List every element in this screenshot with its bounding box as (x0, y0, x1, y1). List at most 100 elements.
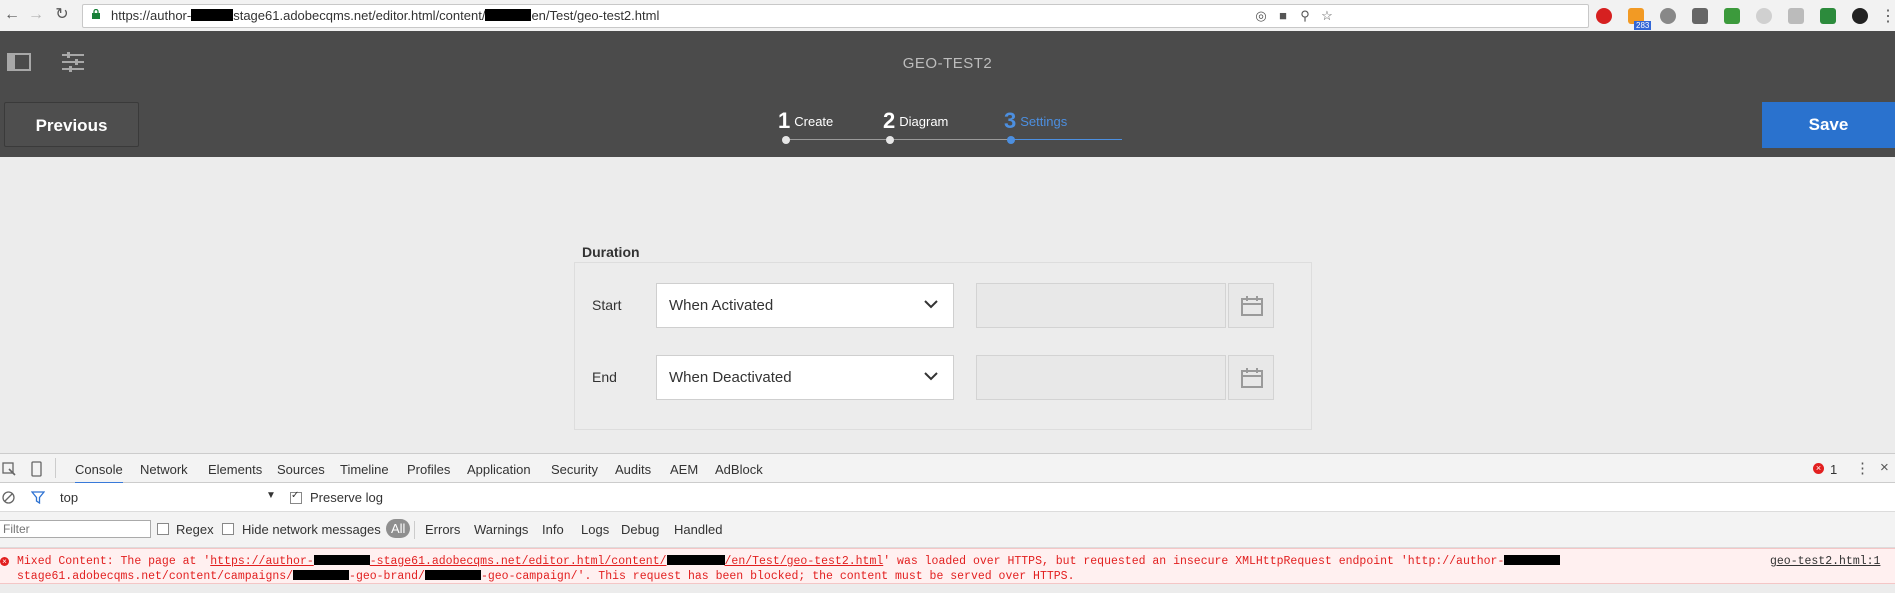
devtools-menu-icon[interactable]: ⋮ (1855, 459, 1870, 477)
level-handled[interactable]: Handled (674, 522, 722, 537)
filter-icon[interactable] (31, 491, 45, 504)
reload-icon[interactable]: ↻ (52, 5, 72, 25)
step-label: Create (794, 114, 834, 129)
inspect-element-icon[interactable] (2, 462, 16, 476)
devtools-tabbar: Console Network Elements Sources Timelin… (0, 453, 1895, 484)
extension-icon[interactable] (1756, 8, 1772, 24)
close-devtools-icon[interactable]: × (1880, 459, 1889, 476)
chevron-down-icon (924, 372, 938, 381)
end-select[interactable]: When Deactivated (656, 355, 954, 400)
extension-icon[interactable] (1692, 8, 1708, 24)
redaction (485, 9, 532, 21)
start-select[interactable]: When Activated (656, 283, 954, 328)
profile-icon[interactable] (1852, 8, 1868, 24)
forward-icon[interactable]: → (26, 5, 46, 25)
regex-checkbox[interactable] (157, 523, 169, 535)
error-count: 1 (1830, 462, 1838, 477)
end-select-value: When Deactivated (669, 369, 792, 386)
error-link-part: -stage61.adobecqms.net/editor.html/conte… (369, 555, 667, 568)
tab-sources[interactable]: Sources (277, 462, 325, 477)
step-settings[interactable]: 3 Settings (1004, 108, 1067, 134)
error-text: Mixed Content: The page at ' (17, 555, 211, 568)
filter-input[interactable] (0, 520, 151, 538)
context-dropdown-icon[interactable]: ▼ (266, 490, 276, 501)
error-text: stage61.adobecqms.net/content/campaigns/ (17, 570, 294, 583)
start-calendar-button[interactable] (1228, 283, 1274, 328)
hide-network-label: Hide network messages (242, 522, 381, 537)
divider (414, 521, 415, 539)
bookmark-star-icon[interactable]: ☆ (1320, 9, 1334, 23)
hide-network-checkbox[interactable] (222, 523, 234, 535)
step-dot-active (1007, 136, 1015, 144)
error-link-part: /en/Test/geo-test2.html (724, 555, 884, 568)
preserve-log-checkbox[interactable]: ✓ (290, 490, 302, 504)
end-label: End (592, 369, 617, 385)
context-select-value[interactable]: top (60, 490, 78, 505)
level-info[interactable]: Info (542, 522, 564, 537)
error-link-part: https://author- (210, 555, 314, 568)
url-part-3: en/Test/geo-test2.html (531, 8, 660, 23)
step-number: 1 (778, 108, 791, 133)
step-create[interactable]: 1 Create (778, 108, 833, 134)
tab-security[interactable]: Security (551, 462, 598, 477)
extension-icon[interactable] (1788, 8, 1804, 24)
lock-icon (92, 9, 100, 19)
redaction (293, 570, 350, 580)
tab-application[interactable]: Application (467, 462, 531, 477)
divider (55, 458, 56, 478)
tab-network[interactable]: Network (140, 462, 188, 477)
extension-icon[interactable] (1724, 8, 1740, 24)
error-icon: × (0, 557, 9, 566)
end-date-field[interactable] (976, 355, 1226, 400)
level-logs[interactable]: Logs (581, 522, 609, 537)
tab-elements[interactable]: Elements (208, 462, 262, 477)
end-calendar-button[interactable] (1228, 355, 1274, 400)
clear-console-icon[interactable] (2, 491, 15, 504)
redaction (424, 570, 481, 580)
start-label: Start (592, 297, 622, 313)
shield-icon[interactable]: ■ (1276, 9, 1290, 23)
address-bar[interactable]: https://author-stage61.adobecqms.net/edi… (82, 4, 1589, 28)
page-title: GEO-TEST2 (902, 55, 993, 72)
step-diagram[interactable]: 2 Diagram (883, 108, 948, 134)
error-text: -geo-brand/ (349, 570, 425, 583)
regex-label: Regex (176, 522, 214, 537)
preserve-log-label: Preserve log (310, 490, 383, 505)
tab-console[interactable]: Console (75, 462, 123, 484)
section-title: Duration (582, 244, 640, 260)
level-errors[interactable]: Errors (425, 522, 460, 537)
tab-aem[interactable]: AEM (670, 462, 698, 477)
tab-adblock[interactable]: AdBlock (715, 462, 763, 477)
url-part-1: https://author- (111, 8, 192, 23)
back-icon[interactable]: ← (2, 5, 22, 25)
level-debug[interactable]: Debug (621, 522, 659, 537)
error-text: -geo-campaign/'. This request has been b… (480, 570, 1075, 583)
previous-button[interactable]: Previous (4, 102, 139, 147)
save-button[interactable]: Save (1762, 102, 1895, 148)
start-select-value: When Activated (669, 297, 774, 314)
step-number: 2 (883, 108, 896, 133)
redaction (313, 555, 370, 565)
tab-profiles[interactable]: Profiles (407, 462, 450, 477)
menu-kebab-icon[interactable]: ⋮ (1880, 6, 1895, 26)
error-line-1: Mixed Content: The page at 'https://auth… (17, 555, 1561, 568)
calendar-icon (1241, 368, 1263, 388)
start-date-field[interactable] (976, 283, 1226, 328)
redaction (1504, 555, 1561, 565)
error-badge-icon[interactable]: × (1813, 463, 1824, 474)
tab-audits[interactable]: Audits (615, 462, 651, 477)
step-label: Settings (1020, 114, 1068, 129)
level-warnings[interactable]: Warnings (474, 522, 528, 537)
extension-icon[interactable] (1660, 8, 1676, 24)
error-link[interactable]: https://author- -stage61.adobecqms.net/ed… (210, 555, 883, 568)
opera-extension-icon[interactable] (1596, 8, 1612, 24)
level-all[interactable]: All (386, 519, 411, 538)
zoom-icon[interactable]: ⚲ (1298, 9, 1312, 23)
extension-icon[interactable] (1820, 8, 1836, 24)
step-dot (886, 136, 894, 144)
browser-toolbar: ← → ↻ https://author-stage61.adobecqms.n… (0, 0, 1895, 32)
device-toolbar-icon[interactable] (30, 461, 44, 477)
error-source-link[interactable]: geo-test2.html:1 (1770, 555, 1880, 568)
location-icon[interactable]: ◎ (1254, 9, 1268, 23)
tab-timeline[interactable]: Timeline (340, 462, 389, 477)
